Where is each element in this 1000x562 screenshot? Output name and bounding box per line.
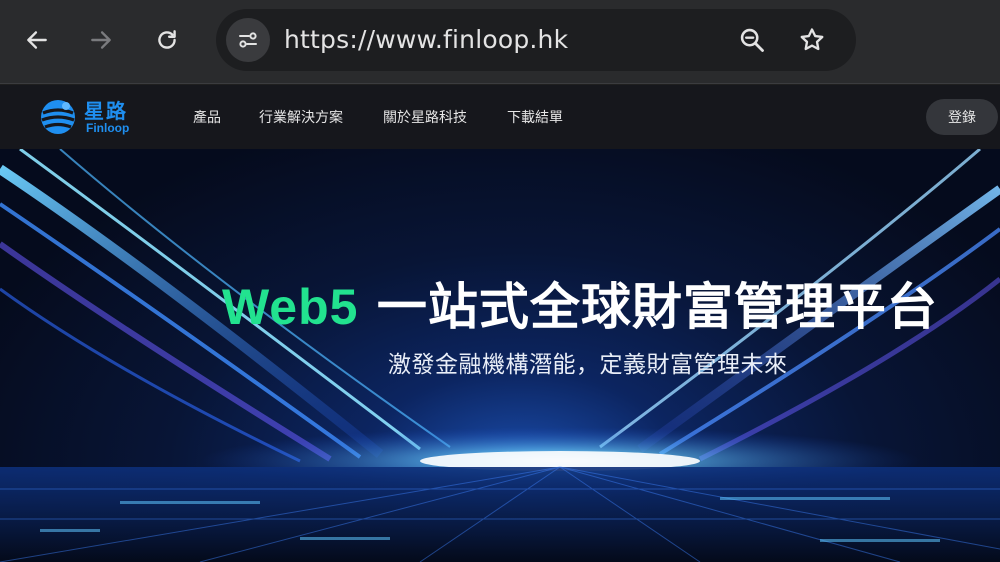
finloop-logo[interactable]: 星路 Finloop <box>38 95 148 139</box>
reload-button[interactable] <box>147 22 187 58</box>
logo-globe-icon <box>41 100 75 134</box>
login-button[interactable]: 登錄 <box>926 99 998 135</box>
browser-toolbar: https://www.finloop.hk <box>0 0 1000 84</box>
nav-item-download-statement[interactable]: 下載結單 <box>507 107 563 127</box>
site-settings-icon <box>239 32 257 48</box>
zoom-button[interactable] <box>736 24 768 56</box>
hero-title-main: 一站式全球財富管理平台 <box>376 278 938 336</box>
reload-icon <box>158 30 176 49</box>
logo-text-cn: 星路 <box>84 99 128 123</box>
back-button[interactable] <box>17 22 57 58</box>
bookmark-star-icon <box>800 28 824 51</box>
bookmark-button[interactable] <box>796 24 828 56</box>
address-bar[interactable]: https://www.finloop.hk <box>216 9 856 71</box>
hero-banner: Web5 一站式全球財富管理平台 激發金融機構潛能，定義財富管理未來 <box>0 149 1000 562</box>
url-text[interactable]: https://www.finloop.hk <box>284 25 568 54</box>
hero-subtitle: 激發金融機構潛能，定義財富管理未來 <box>388 352 788 378</box>
hero-title: Web5 一站式全球財富管理平台 <box>222 267 938 339</box>
forward-arrow-icon <box>91 31 111 49</box>
back-arrow-icon <box>27 31 47 49</box>
site-header: 星路 Finloop 產品 行業解決方案 關於星路科技 下載結單 登錄 <box>0 85 1000 149</box>
forward-button[interactable] <box>81 22 121 58</box>
site-info-button[interactable] <box>226 18 270 62</box>
nav-item-about[interactable]: 關於星路科技 <box>383 107 467 127</box>
nav-item-industry-solutions[interactable]: 行業解決方案 <box>259 107 343 127</box>
zoom-icon <box>740 28 764 52</box>
nav-item-products[interactable]: 產品 <box>193 107 221 127</box>
logo-text-en: Finloop <box>86 121 130 135</box>
hero-title-accent: Web5 <box>222 279 359 335</box>
